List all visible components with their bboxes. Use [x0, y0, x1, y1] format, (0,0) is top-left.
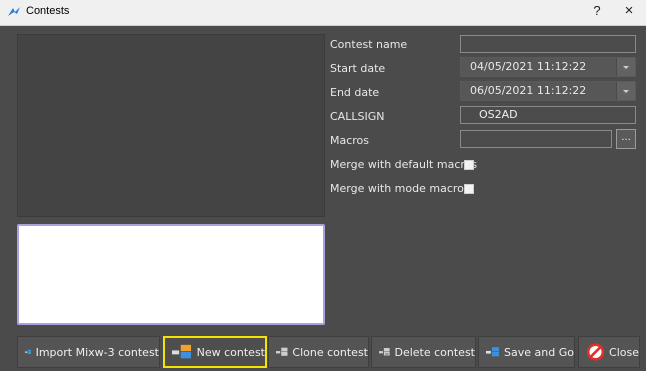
new-contest-icon: [172, 344, 192, 359]
merge-mode-label: Merge with mode macros: [330, 182, 470, 195]
save-icon: [486, 347, 499, 357]
macros-label: Macros: [330, 134, 370, 147]
callsign-label: CALLSIGN: [330, 110, 385, 123]
start-date-label: Start date: [330, 62, 386, 75]
start-date-value: 04/05/2021 11:12:22: [470, 60, 587, 73]
delete-icon: [379, 348, 390, 356]
save-and-go-button[interactable]: Save and Go: [478, 336, 575, 368]
merge-default-label: Merge with default macros: [330, 158, 478, 171]
delete-contest-label: Delete contest: [394, 345, 475, 359]
no-entry-icon: [586, 343, 605, 361]
contest-name-input[interactable]: [460, 35, 636, 53]
clone-icon: [276, 347, 288, 356]
callsign-input[interactable]: OS2AD: [460, 106, 636, 124]
clone-contest-button[interactable]: Clone contest: [268, 336, 369, 368]
end-date-picker[interactable]: 06/05/2021 11:12:22: [460, 81, 636, 101]
app-logo-icon: [8, 7, 20, 16]
merge-default-checkbox[interactable]: [464, 160, 474, 170]
contest-name-label: Contest name: [330, 38, 408, 51]
save-and-go-label: Save and Go: [504, 345, 574, 359]
window-title: Contests: [26, 5, 70, 17]
contest-list[interactable]: [17, 34, 325, 217]
close-button[interactable]: Close: [578, 336, 640, 368]
close-label: Close: [609, 345, 639, 359]
window-close-button[interactable]: ×: [618, 2, 640, 22]
delete-contest-button[interactable]: Delete contest: [371, 336, 476, 368]
contest-description-area[interactable]: [17, 224, 325, 325]
new-contest-label: New contest: [196, 345, 265, 359]
chevron-down-icon[interactable]: [616, 58, 635, 76]
start-date-picker[interactable]: 04/05/2021 11:12:22: [460, 57, 636, 77]
macros-browse-button[interactable]: ...: [616, 129, 636, 149]
merge-mode-checkbox[interactable]: [464, 184, 474, 194]
chevron-down-icon[interactable]: [616, 82, 635, 100]
title-bar: Contests ? ×: [0, 0, 646, 26]
end-date-label: End date: [330, 86, 380, 99]
clone-contest-label: Clone contest: [292, 345, 368, 359]
import-icon: [25, 349, 32, 355]
import-contest-label: Import Mixw-3 contest: [35, 345, 159, 359]
help-button[interactable]: ?: [588, 3, 606, 21]
new-contest-button[interactable]: New contest: [163, 336, 267, 368]
macros-input[interactable]: [460, 130, 612, 148]
end-date-value: 06/05/2021 11:12:22: [470, 84, 587, 97]
import-contest-button[interactable]: Import Mixw-3 contest: [17, 336, 160, 368]
